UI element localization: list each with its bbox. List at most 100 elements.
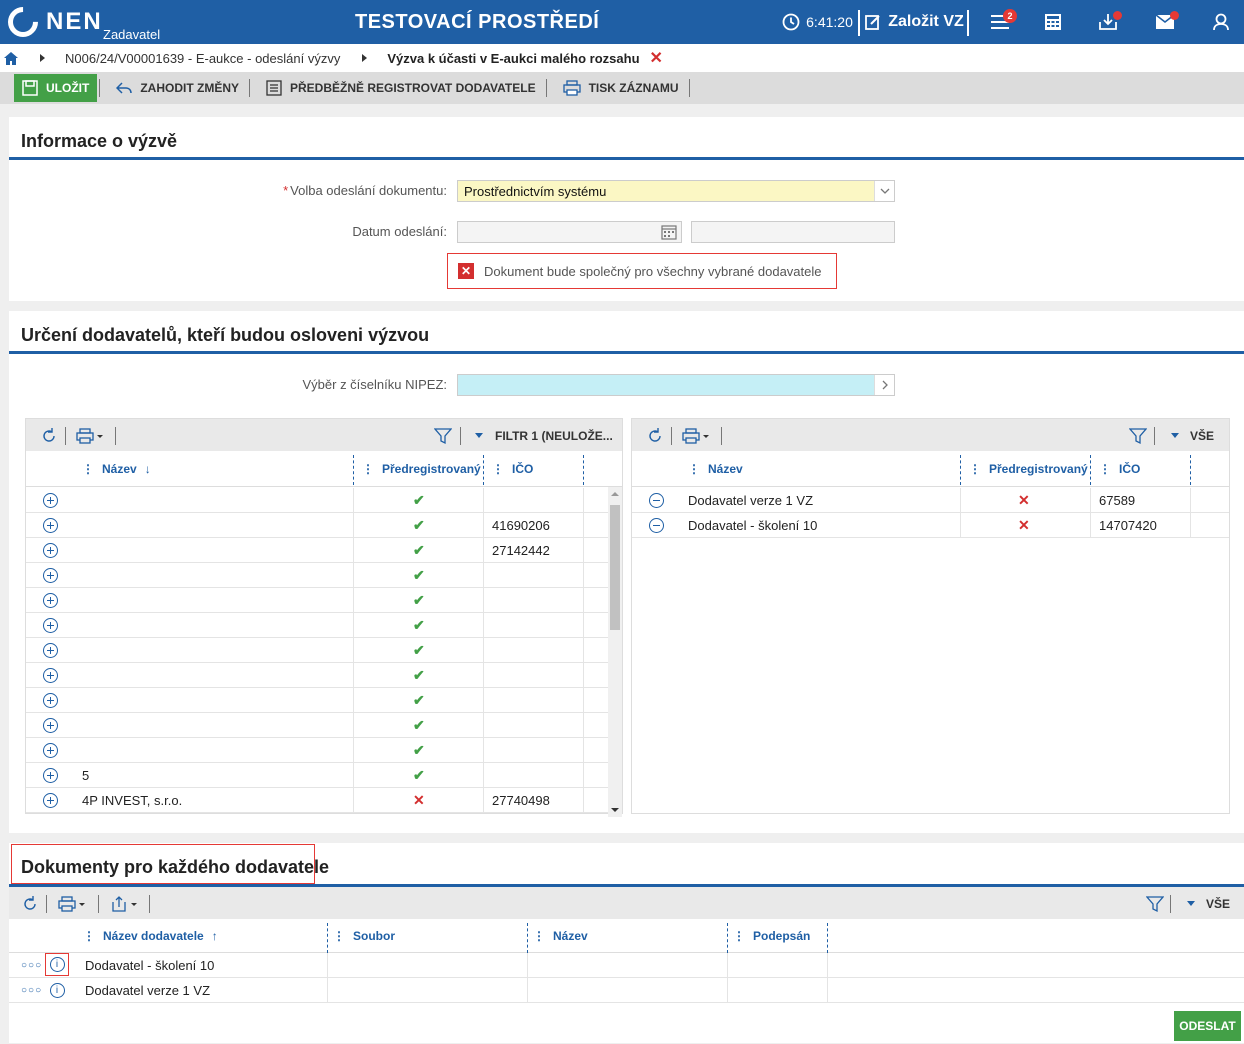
add-supplier-icon[interactable] — [43, 668, 58, 683]
row-menu-icon[interactable]: ○○○ — [21, 978, 42, 1003]
column-divider[interactable] — [327, 923, 328, 953]
print-menu-icon[interactable] — [58, 895, 88, 913]
refresh-icon[interactable] — [646, 427, 664, 445]
table-row[interactable]: 4P INVEST, s.r.o. ✕ 27740498 — [26, 788, 608, 813]
table-row[interactable]: 5 ✔ — [26, 763, 608, 788]
column-header-preregistered[interactable]: ⋮ Předregistrovaný — [969, 451, 1088, 487]
table-row[interactable]: ✔ 27142442 — [26, 538, 608, 563]
calculator-button[interactable] — [1038, 0, 1068, 44]
column-menu-icon[interactable]: ⋮ — [492, 462, 504, 476]
chevron-right-icon[interactable] — [874, 375, 894, 395]
close-icon[interactable]: ✕ — [650, 48, 663, 68]
column-menu-icon[interactable]: ⋮ — [83, 929, 95, 943]
column-divider[interactable] — [483, 455, 484, 485]
add-supplier-icon[interactable] — [43, 768, 58, 783]
chevron-down-icon[interactable] — [874, 181, 894, 201]
filter-icon[interactable] — [1129, 427, 1147, 445]
table-row[interactable]: Dodavatel - školení 10 ✕ 14707420 — [632, 513, 1229, 538]
column-divider[interactable] — [727, 923, 728, 953]
user-button[interactable] — [1206, 0, 1236, 44]
column-header-name[interactable]: ⋮ Název ↓ — [82, 451, 151, 487]
column-menu-icon[interactable]: ⋮ — [333, 929, 345, 943]
menu-button[interactable]: 2 — [985, 0, 1017, 44]
column-menu-icon[interactable]: ⋮ — [82, 462, 94, 476]
table-row[interactable]: Dodavatel verze 1 VZ ✕ 67589 — [632, 488, 1229, 513]
add-supplier-icon[interactable] — [43, 718, 58, 733]
time-input[interactable] — [691, 221, 895, 243]
filter-selector[interactable]: VŠE — [1190, 429, 1214, 443]
add-supplier-icon[interactable] — [43, 518, 58, 533]
table-row[interactable]: ✔ 41690206 — [26, 513, 608, 538]
add-supplier-icon[interactable] — [43, 568, 58, 583]
scroll-thumb[interactable] — [610, 505, 620, 630]
column-menu-icon[interactable]: ⋮ — [1099, 462, 1111, 476]
add-supplier-icon[interactable] — [43, 493, 58, 508]
filter-icon[interactable] — [1146, 895, 1164, 913]
print-menu-icon[interactable] — [76, 427, 106, 445]
column-menu-icon[interactable]: ⋮ — [533, 929, 545, 943]
column-header-supplier-name[interactable]: ⋮ Název dodavatele ↑ — [83, 919, 218, 953]
table-row[interactable]: ✔ — [26, 613, 608, 638]
column-header-preregistered[interactable]: ⋮ Předregistrovaný — [362, 451, 481, 487]
add-supplier-icon[interactable] — [43, 693, 58, 708]
table-row[interactable]: ✔ — [26, 638, 608, 663]
column-divider[interactable] — [353, 455, 354, 485]
table-row[interactable]: ✔ — [26, 688, 608, 713]
column-header-file[interactable]: ⋮ Soubor — [333, 919, 395, 953]
send-mode-select[interactable]: Prostřednictvím systému — [457, 180, 895, 202]
table-row[interactable]: ✔ — [26, 713, 608, 738]
column-header-ico[interactable]: ⋮ IČO — [492, 451, 533, 487]
info-icon[interactable]: i — [49, 983, 65, 998]
caret-down-icon[interactable] — [1186, 900, 1196, 908]
column-divider[interactable] — [1090, 455, 1091, 485]
column-header-ico[interactable]: ⋮ IČO — [1099, 451, 1140, 487]
info-icon[interactable]: i — [49, 957, 65, 972]
add-supplier-icon[interactable] — [43, 793, 58, 808]
remove-supplier-icon[interactable] — [649, 518, 664, 533]
filter-icon[interactable] — [434, 427, 452, 445]
nen-logo-icon[interactable] — [1, 0, 45, 44]
save-button[interactable]: ULOŽIT — [14, 74, 98, 102]
row-menu-icon[interactable]: ○○○ — [21, 953, 42, 978]
column-divider[interactable] — [827, 923, 828, 953]
add-supplier-icon[interactable] — [43, 618, 58, 633]
column-menu-icon[interactable]: ⋮ — [733, 929, 745, 943]
table-row[interactable]: ○○○ i Dodavatel - školení 10 — [9, 953, 1244, 978]
column-divider[interactable] — [960, 455, 961, 485]
calendar-icon[interactable] — [661, 224, 677, 240]
table-row[interactable]: ✔ — [26, 563, 608, 588]
table-row[interactable]: ○○○ i Dodavatel verze 1 VZ — [9, 978, 1244, 1003]
add-supplier-icon[interactable] — [43, 743, 58, 758]
scroll-up-icon[interactable] — [608, 489, 622, 499]
column-menu-icon[interactable]: ⋮ — [688, 462, 700, 476]
add-supplier-icon[interactable] — [43, 593, 58, 608]
breadcrumb-item-procedure[interactable]: N006/24/V00001639 - E-aukce - odeslání v… — [65, 51, 340, 66]
print-menu-icon[interactable] — [682, 427, 712, 445]
column-divider[interactable] — [583, 455, 584, 485]
add-supplier-icon[interactable] — [43, 643, 58, 658]
print-record-button[interactable]: TISK ZÁZNAMU — [555, 74, 687, 102]
table-row[interactable]: ✔ — [26, 663, 608, 688]
refresh-icon[interactable] — [40, 427, 58, 445]
table-row[interactable]: ✔ — [26, 588, 608, 613]
home-icon[interactable] — [4, 51, 18, 65]
table-row[interactable]: ✔ — [26, 738, 608, 763]
preregister-suppliers-button[interactable]: PŘEDBĚŽNĚ REGISTROVAT DODAVATELE — [258, 74, 544, 102]
column-divider[interactable] — [1190, 455, 1191, 485]
add-supplier-icon[interactable] — [43, 543, 58, 558]
column-header-doc-name[interactable]: ⋮ Název — [533, 919, 588, 953]
caret-down-icon[interactable] — [474, 432, 484, 440]
export-menu-icon[interactable] — [110, 895, 140, 913]
send-button[interactable]: ODESLAT — [1174, 1011, 1241, 1041]
remove-supplier-icon[interactable] — [649, 493, 664, 508]
date-input[interactable] — [457, 221, 682, 243]
messages-button[interactable] — [1150, 0, 1180, 44]
discard-changes-button[interactable]: ZAHODIT ZMĚNY — [108, 74, 247, 102]
nipez-input[interactable] — [457, 374, 895, 396]
scrollbar[interactable] — [608, 487, 622, 817]
create-vz-button[interactable]: Založit VZ — [862, 0, 966, 44]
column-divider[interactable] — [527, 923, 528, 953]
logo-text[interactable]: NEN — [46, 8, 103, 36]
column-menu-icon[interactable]: ⋮ — [362, 462, 374, 476]
column-header-signed[interactable]: ⋮ Podepsán — [733, 919, 810, 953]
